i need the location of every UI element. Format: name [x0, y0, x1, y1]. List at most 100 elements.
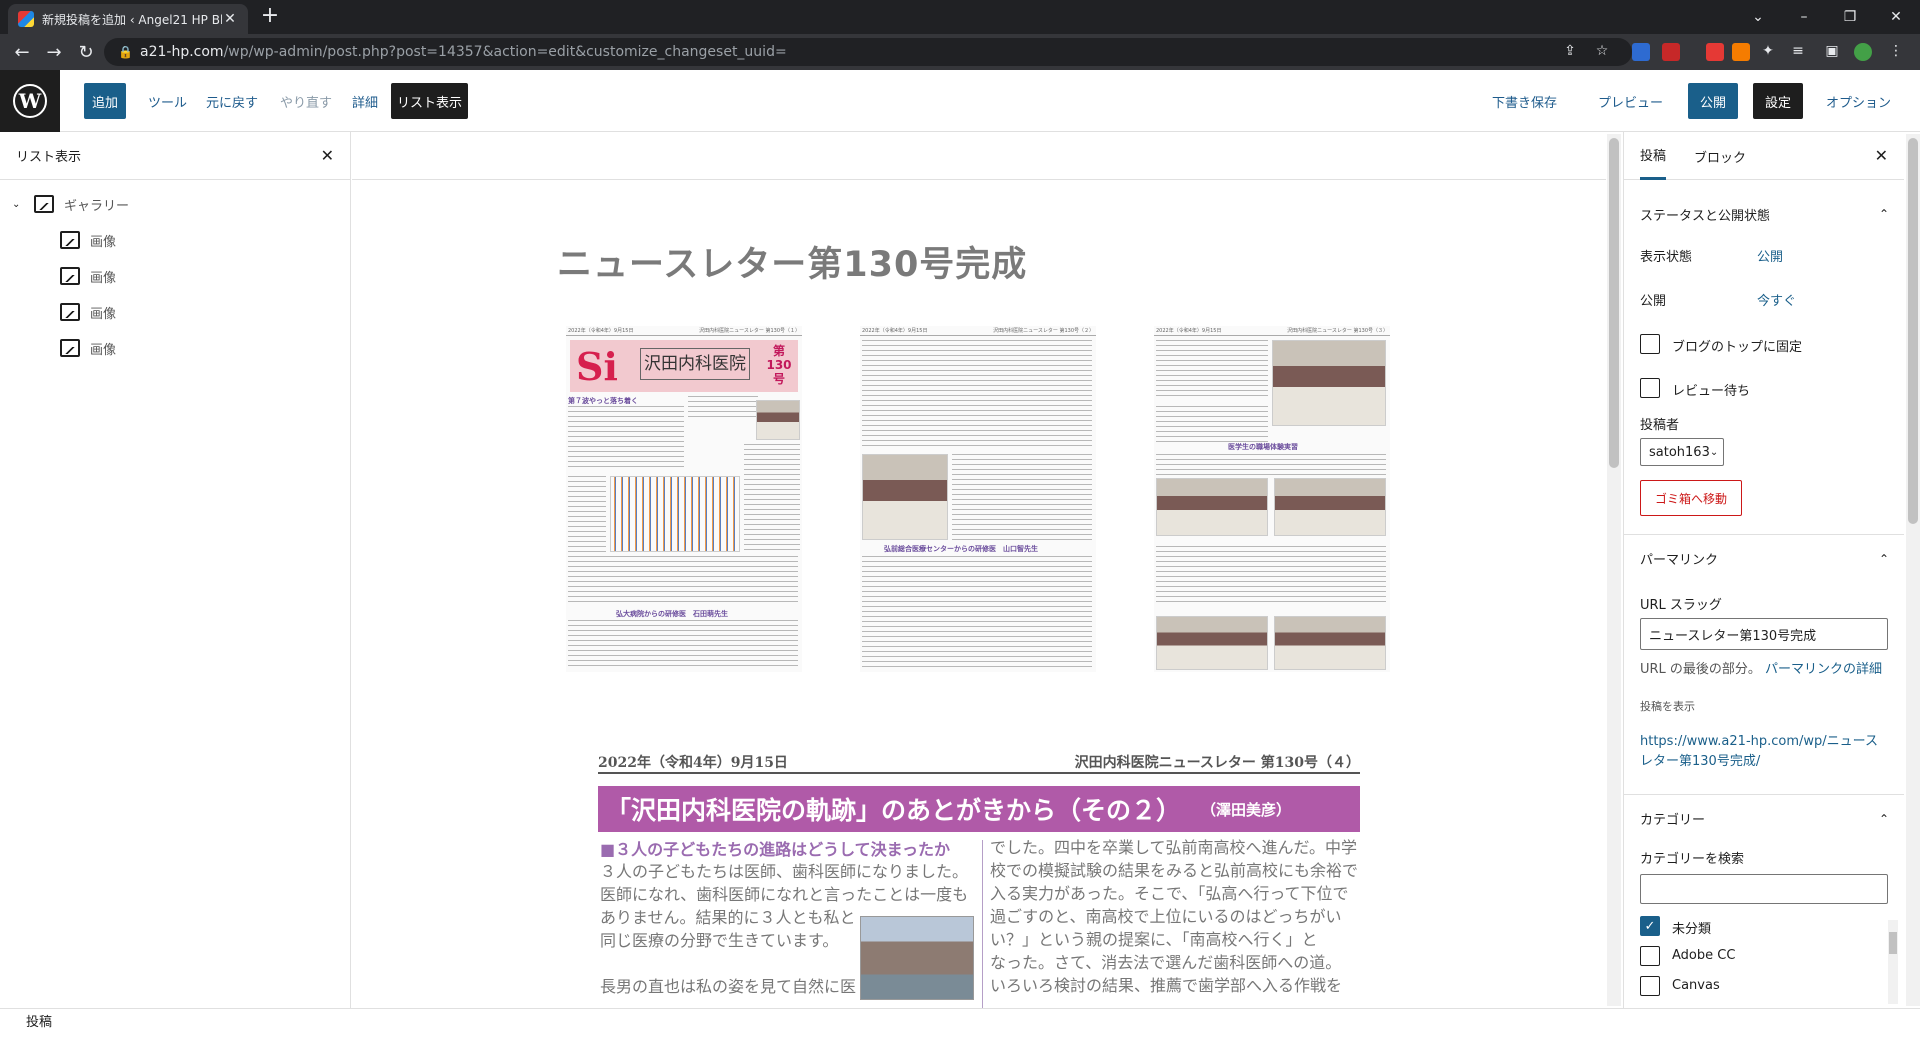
tab-search-icon[interactable]: ⌄: [1736, 0, 1780, 34]
mini-page-issue: 沢田内科医院ニュースレター 第130号（３）: [1287, 328, 1388, 334]
url-input[interactable]: 🔒 a21-hp.com /wp/wp-admin/post.php?post=…: [104, 38, 1632, 66]
url-host: a21-hp.com: [140, 44, 224, 60]
tools-button[interactable]: ツール: [142, 83, 193, 119]
scrollbar-thumb[interactable]: [1908, 138, 1918, 524]
list-item-image[interactable]: 画像: [60, 334, 116, 362]
list-item-image[interactable]: 画像: [60, 226, 116, 254]
article-text: [1156, 340, 1268, 400]
breadcrumb-item-post[interactable]: 投稿: [26, 1011, 52, 1030]
details-button[interactable]: 詳細: [346, 83, 384, 119]
browser-tab[interactable]: 新規投稿を追加 ‹ Angel21 HP Blo ✕: [8, 4, 248, 34]
tab-post[interactable]: 投稿: [1640, 132, 1667, 180]
sidebar-scrollbar[interactable]: [1906, 134, 1920, 1006]
gallery-image-page-3[interactable]: 2022年（令和4年）9月15日 沢田内科医院ニュースレター 第130号（３） …: [1154, 326, 1390, 672]
new-tab-button[interactable]: +: [258, 5, 282, 29]
bookmark-star-icon[interactable]: ☆: [1592, 41, 1612, 61]
staff-group-photo: [862, 454, 948, 540]
scrollbar-thumb[interactable]: [1609, 138, 1619, 468]
article-subheading: ■３人の子どもたちの進路はどうして決まったか: [600, 840, 950, 859]
add-block-button[interactable]: 追加: [84, 83, 126, 119]
profile-avatar-icon[interactable]: [1854, 43, 1872, 61]
back-button[interactable]: ←: [10, 40, 34, 64]
share-icon[interactable]: ⇪: [1560, 41, 1580, 61]
mini-page-header: 2022年（令和4年）9月15日 沢田内科医院ニュースレター 第130号（１）: [566, 326, 802, 336]
gallery-image-page-4[interactable]: 2022年（令和4年）9月15日 沢田内科医院ニュースレター 第130号（４） …: [598, 752, 1360, 1008]
sidebar-tabs: 投稿 ブロック ✕: [1624, 132, 1904, 180]
reading-list-icon[interactable]: ≡: [1788, 41, 1808, 61]
url-help-text: URL の最後の部分。: [1640, 662, 1761, 677]
settings-button[interactable]: 設定: [1753, 83, 1803, 119]
clinic-logo: Si: [576, 344, 618, 389]
sticky-checkbox[interactable]: [1640, 334, 1660, 354]
preview-button[interactable]: プレビュー: [1592, 83, 1669, 119]
permalink-url-link[interactable]: https://www.a21-hp.com/wp/ニュースレター第130号完成…: [1640, 732, 1890, 772]
category-search-input[interactable]: [1640, 874, 1888, 904]
image-icon: [60, 339, 80, 357]
list-view-button[interactable]: リスト表示: [391, 83, 468, 119]
extension-1-icon[interactable]: [1632, 43, 1650, 61]
undo-button[interactable]: 元に戻す: [200, 83, 264, 119]
mini-page-date: 2022年（令和4年）9月15日: [862, 328, 928, 334]
list-item-label: 画像: [90, 270, 117, 286]
tab-block[interactable]: ブロック: [1694, 132, 1746, 180]
browser-menu-icon[interactable]: ⋮: [1886, 41, 1906, 61]
article-line: なった。さて、消去法で選んだ歯科医師への道。: [990, 953, 1342, 972]
article-heading: 弘大病院からの研修医 石田萌先生: [616, 610, 728, 618]
gallery-image-page-2[interactable]: 2022年（令和4年）9月15日 沢田内科医院ニュースレター 第130号（２） …: [860, 326, 1096, 672]
author-select[interactable]: satoh163 ⌄: [1640, 438, 1724, 466]
publish-date-toggle[interactable]: 今すぐ: [1757, 290, 1796, 309]
permalink-details-link[interactable]: パーマリンクの詳細: [1765, 658, 1882, 677]
options-button[interactable]: オプション: [1820, 83, 1897, 119]
list-item-gallery[interactable]: ⌄ ギャラリー: [12, 190, 129, 218]
side-panel-icon[interactable]: ▣: [1822, 41, 1842, 61]
permalink-panel-toggle[interactable]: パーマリンク ⌃: [1624, 534, 1904, 582]
post-title-input[interactable]: ニュースレター第130号完成: [557, 236, 1027, 287]
category-checkbox[interactable]: ✓: [1640, 916, 1660, 936]
publish-date-label: 公開: [1640, 294, 1667, 309]
visibility-toggle[interactable]: 公開: [1757, 246, 1783, 265]
tab-close-icon[interactable]: ✕: [222, 11, 238, 27]
list-item-image[interactable]: 画像: [60, 298, 116, 326]
scrollbar-thumb[interactable]: [1889, 932, 1897, 954]
close-icon[interactable]: ✕: [1875, 146, 1888, 165]
editor-scrollbar[interactable]: [1607, 134, 1621, 1006]
pending-review-checkbox[interactable]: [1640, 378, 1660, 398]
close-icon[interactable]: ✕: [321, 146, 334, 165]
extension-4-icon[interactable]: [1732, 43, 1750, 61]
chevron-down-icon[interactable]: ⌄: [12, 199, 24, 210]
minimize-button[interactable]: –: [1782, 0, 1826, 34]
case-count-chart: [610, 476, 740, 552]
view-post-label: 投稿を表示: [1640, 700, 1695, 713]
extension-2-icon[interactable]: [1662, 43, 1680, 61]
article-left-column: ３人の子どもたちは医師、歯科医師になりました。 医師になれ、歯科医師になれと言っ…: [600, 860, 968, 998]
chevron-up-icon: ⌃: [1878, 551, 1889, 566]
sticky-label: ブログのトップに固定: [1672, 340, 1803, 355]
article-line: い？」という親の提案に、「南高校へ行く」と: [990, 930, 1318, 949]
clinic-building-photo: [860, 916, 974, 1000]
gallery-image-page-1[interactable]: 2022年（令和4年）9月15日 沢田内科医院ニュースレター 第130号（１） …: [566, 326, 802, 672]
extensions-puzzle-icon[interactable]: ✦: [1758, 41, 1778, 61]
mini-page-issue: 沢田内科医院ニュースレター 第130号（２）: [993, 328, 1094, 334]
wordpress-logo[interactable]: W: [0, 70, 60, 132]
category-checkbox[interactable]: [1640, 976, 1660, 996]
reload-button[interactable]: ↻: [74, 40, 98, 64]
redo-button[interactable]: やり直す: [274, 83, 338, 119]
url-slug-input[interactable]: ニュースレター第130号完成: [1640, 618, 1888, 650]
list-item-image[interactable]: 画像: [60, 262, 116, 290]
status-panel-toggle[interactable]: ステータスと公開状態 ⌃: [1624, 190, 1904, 238]
article-line: 同じ医療の分野で生きています。: [600, 931, 839, 950]
save-draft-button[interactable]: 下書き保存: [1486, 83, 1563, 119]
window-close-button[interactable]: ✕: [1874, 0, 1918, 34]
category-panel-toggle[interactable]: カテゴリー ⌃: [1624, 794, 1904, 842]
category-label: Adobe CC: [1672, 948, 1736, 963]
extension-3-icon[interactable]: [1706, 43, 1724, 61]
publish-button[interactable]: 公開: [1688, 83, 1738, 119]
url-path: /wp/wp-admin/post.php?post=14357&action=…: [223, 44, 787, 60]
restore-button[interactable]: ❐: [1828, 0, 1872, 34]
article-text: [568, 556, 798, 606]
move-to-trash-button[interactable]: ゴミ箱へ移動: [1640, 480, 1742, 516]
category-checkbox[interactable]: [1640, 946, 1660, 966]
forward-button[interactable]: →: [42, 40, 66, 64]
gallery-icon: [34, 195, 54, 213]
category-list-scrollbar[interactable]: [1888, 920, 1898, 1004]
